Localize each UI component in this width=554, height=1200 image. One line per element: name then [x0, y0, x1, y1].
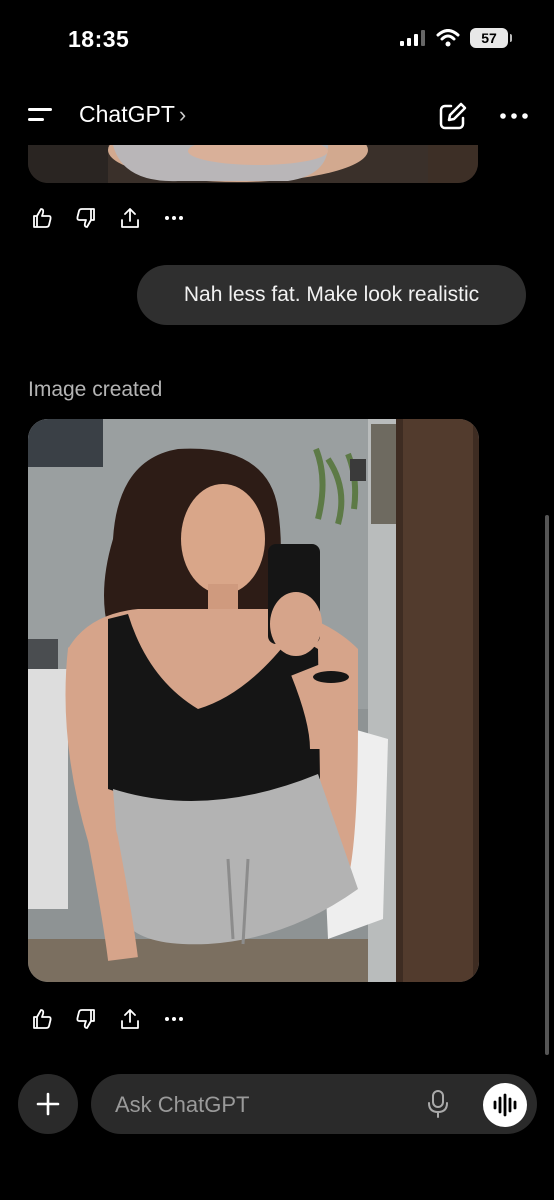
thumbs-down-button[interactable] — [74, 206, 98, 230]
thumbs-up-icon — [33, 208, 52, 228]
voice-waveform-icon — [493, 1093, 517, 1117]
share-button[interactable] — [118, 1007, 142, 1031]
share-icon — [121, 208, 139, 228]
signal-icon — [400, 30, 425, 46]
previous-generated-image[interactable] — [28, 145, 478, 183]
status-time: 18:35 — [68, 26, 130, 52]
menu-icon-line — [28, 118, 44, 121]
new-chat-button[interactable] — [436, 100, 470, 132]
menu-icon — [28, 108, 52, 111]
status-icons: 57 — [400, 28, 512, 48]
thumbs-down-icon — [76, 1009, 95, 1029]
thumbs-up-button[interactable] — [30, 1007, 54, 1031]
menu-button[interactable] — [24, 100, 58, 130]
thumbs-up-button[interactable] — [30, 206, 54, 230]
attach-button[interactable] — [18, 1074, 78, 1134]
wifi-icon — [436, 29, 460, 47]
thumbs-up-icon — [33, 1009, 52, 1029]
battery-indicator: 57 — [470, 28, 512, 48]
message-actions — [30, 206, 186, 230]
mic-icon — [428, 1090, 448, 1118]
share-button[interactable] — [118, 206, 142, 230]
model-selector[interactable]: ChatGPT › — [79, 101, 186, 128]
share-icon — [121, 1009, 139, 1029]
more-icon — [165, 216, 183, 220]
user-message-text: Nah less fat. Make look realistic — [183, 283, 480, 306]
message-input[interactable] — [113, 1074, 417, 1136]
generated-image[interactable] — [28, 419, 479, 982]
message-actions — [30, 1007, 186, 1031]
thumbs-down-icon — [76, 208, 95, 228]
more-actions-button[interactable] — [162, 1007, 186, 1031]
plus-icon — [36, 1092, 60, 1116]
more-options-button[interactable] — [494, 104, 534, 128]
new-chat-icon — [439, 102, 467, 130]
app-title: ChatGPT — [79, 101, 175, 127]
scrollbar[interactable] — [545, 515, 549, 1055]
composer — [91, 1074, 537, 1136]
more-icon — [500, 113, 528, 119]
chevron-right-icon: › — [178, 101, 187, 127]
more-actions-button[interactable] — [162, 206, 186, 230]
image-created-label: Image created — [28, 378, 163, 401]
user-message-bubble: Nah less fat. Make look realistic — [137, 265, 526, 325]
thumbs-down-button[interactable] — [74, 1007, 98, 1031]
dictate-button[interactable] — [425, 1089, 451, 1119]
voice-mode-button[interactable] — [483, 1083, 527, 1127]
more-icon — [165, 1017, 183, 1021]
